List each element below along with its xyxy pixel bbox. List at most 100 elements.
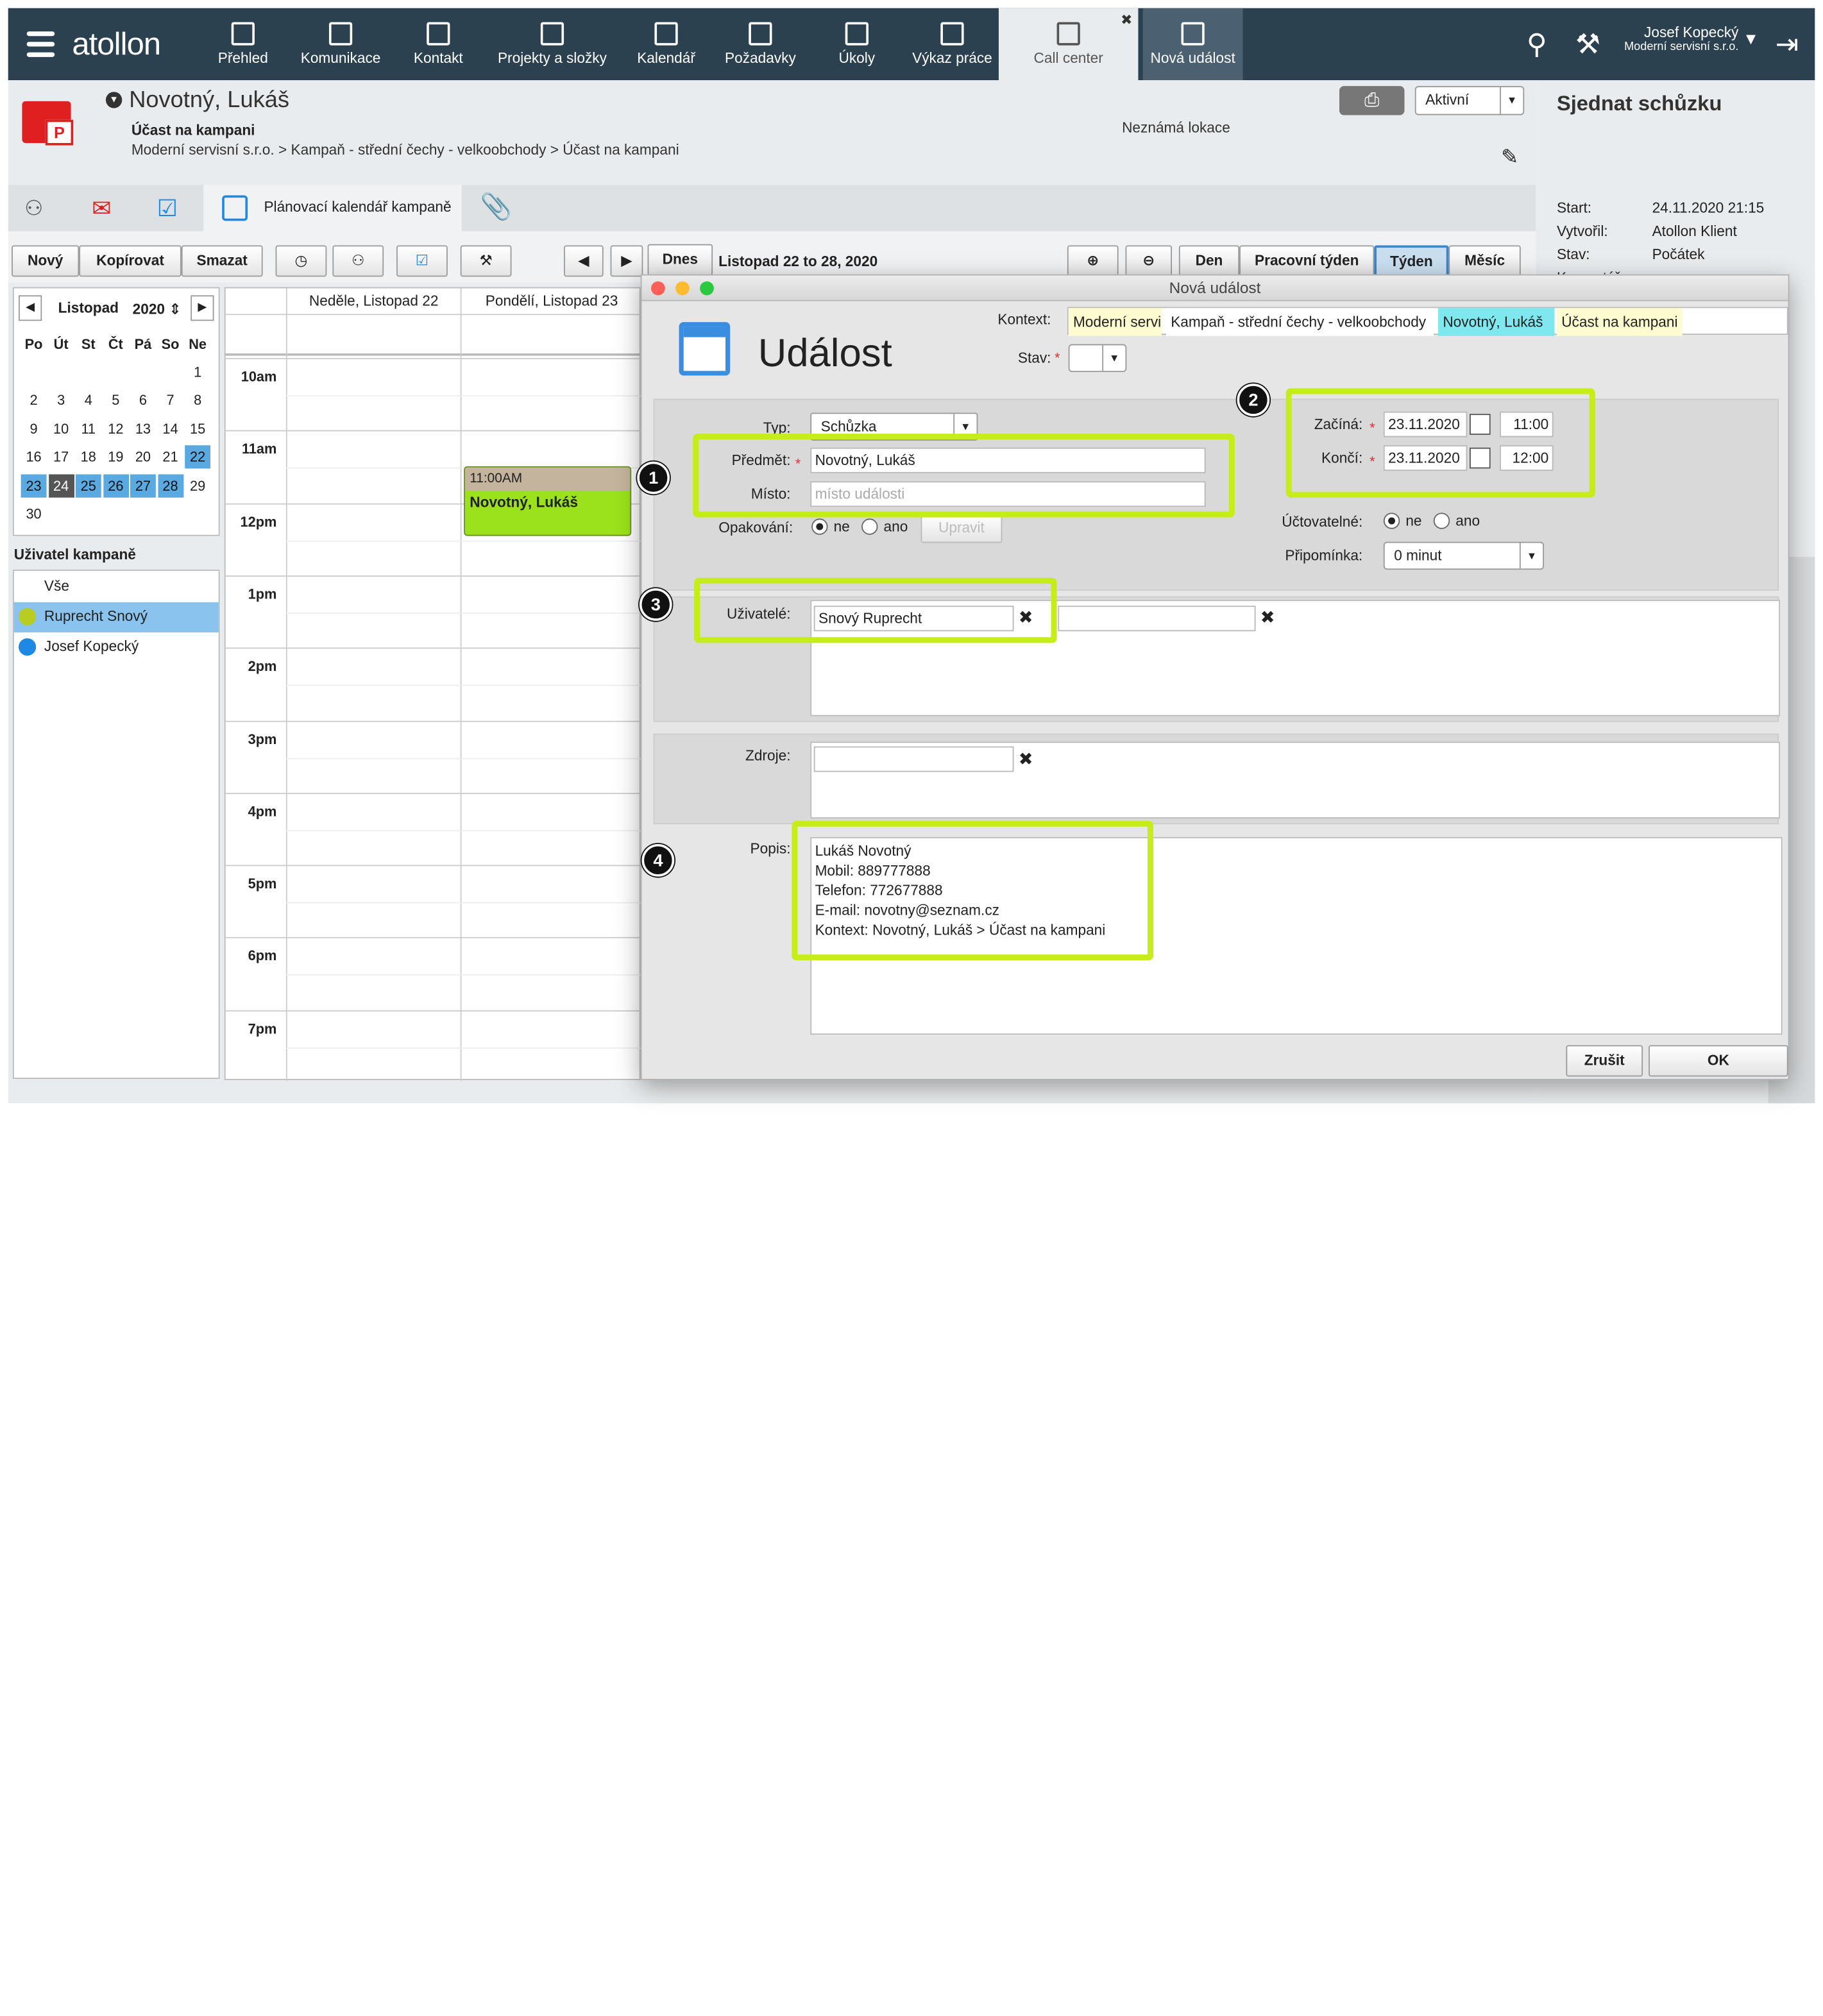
event-block[interactable]: 11:00AM Novotný, Lukáš: [464, 466, 632, 536]
close-window-icon[interactable]: [651, 281, 665, 296]
remove-icon[interactable]: ✖: [1019, 749, 1033, 770]
day-button[interactable]: Den: [1178, 245, 1240, 277]
menu-icon[interactable]: [26, 31, 55, 57]
opak-ne-radio[interactable]: [811, 518, 828, 535]
clock-icon[interactable]: ◷: [275, 245, 327, 277]
tools-icon[interactable]: ⚒: [460, 245, 512, 277]
resource-input[interactable]: [813, 746, 1014, 772]
day-cell[interactable]: 8: [185, 389, 210, 412]
attachment-icon[interactable]: 📎: [480, 192, 513, 222]
remove-icon[interactable]: ✖: [1260, 607, 1275, 628]
edit-icon[interactable]: ✎: [1501, 146, 1518, 170]
user-menu[interactable]: Josef Kopecký Moderní servisní s.r.o.: [1624, 24, 1738, 53]
day-cell[interactable]: 13: [130, 417, 156, 440]
hour-row[interactable]: 7pm: [225, 1010, 642, 1081]
day-cell[interactable]: 4: [76, 389, 101, 412]
day-cell[interactable]: 16: [21, 446, 47, 469]
list-item[interactable]: Ruprecht Snový: [13, 602, 219, 632]
day-cell[interactable]: 12: [103, 417, 128, 440]
hour-row[interactable]: 2pm: [225, 647, 642, 720]
cancel-button[interactable]: Zrušit: [1566, 1045, 1643, 1077]
day-cell[interactable]: 6: [130, 389, 156, 412]
hour-row[interactable]: 5pm: [225, 865, 642, 937]
nav-vykaz[interactable]: Výkaz práce: [906, 8, 999, 80]
day-cell[interactable]: 15: [185, 417, 210, 440]
day-cell[interactable]: 2: [21, 389, 47, 412]
kontext-item[interactable]: Kampaň - střední čechy - velkoobchody: [1166, 308, 1434, 336]
chevron-down-icon[interactable]: ▼: [1743, 29, 1759, 47]
people-icon[interactable]: ⚇: [332, 245, 384, 277]
week-button[interactable]: Týden: [1374, 245, 1449, 277]
day-cell[interactable]: 17: [48, 446, 74, 469]
day-cell[interactable]: 21: [158, 446, 183, 469]
tab-planning[interactable]: Plánovací kalendář kampaně: [203, 185, 462, 232]
hour-row[interactable]: 10am: [225, 358, 642, 430]
day-cell[interactable]: 25: [75, 473, 101, 498]
people-icon[interactable]: ⚇: [24, 196, 43, 221]
copy-button[interactable]: Kopírovat: [79, 245, 182, 277]
day-cell[interactable]: 9: [21, 417, 47, 440]
hour-row[interactable]: 6pm: [225, 937, 642, 1010]
nav-pozadavky[interactable]: Požadavky: [720, 8, 801, 80]
user-input-empty[interactable]: [1058, 606, 1256, 632]
zoom-in-icon[interactable]: ⊕: [1067, 245, 1119, 277]
nav-ukoly[interactable]: Úkoly: [828, 8, 886, 80]
ok-button[interactable]: OK: [1649, 1045, 1788, 1077]
day-cell[interactable]: 26: [103, 473, 129, 498]
hour-row[interactable]: 4pm: [225, 792, 642, 865]
opak-ano-radio[interactable]: [861, 518, 878, 535]
day-cell[interactable]: 27: [130, 473, 156, 498]
hour-row[interactable]: 3pm: [225, 720, 642, 792]
day-cell[interactable]: 1: [185, 360, 210, 384]
day-cell[interactable]: 28: [157, 473, 183, 498]
tools-icon[interactable]: ⚒: [1575, 28, 1600, 62]
search-icon[interactable]: ⚲: [1527, 28, 1547, 62]
delete-button[interactable]: Smazat: [181, 245, 263, 277]
day-cell[interactable]: 24: [48, 473, 74, 498]
new-button[interactable]: Nový: [12, 245, 80, 277]
stav-select[interactable]: ▼: [1068, 344, 1127, 372]
day-cell[interactable]: 3: [48, 389, 74, 412]
print-button[interactable]: ⎙: [1339, 86, 1405, 115]
uct-ano-radio[interactable]: [1433, 512, 1450, 529]
status-select[interactable]: Aktivní ▼: [1414, 86, 1525, 115]
kontext-item[interactable]: Moderní servisní s.r.o.: [1068, 308, 1162, 336]
nav-kontakt[interactable]: Kontakt: [406, 8, 471, 80]
dropdown-icon[interactable]: ▼: [105, 92, 123, 108]
close-icon[interactable]: ✖: [1121, 12, 1132, 28]
nav-projekty[interactable]: Projekty a složky: [492, 8, 613, 80]
day-cell[interactable]: 5: [103, 389, 128, 412]
nav-komunikace[interactable]: Komunikace: [296, 8, 385, 80]
mail-icon[interactable]: ✉: [92, 194, 111, 223]
month-button[interactable]: Měsíc: [1448, 245, 1521, 277]
minimize-icon[interactable]: [675, 281, 690, 296]
day-cell[interactable]: 19: [103, 446, 128, 469]
day-cell[interactable]: 30: [21, 502, 47, 525]
day-cell[interactable]: 10: [48, 417, 74, 440]
uct-ne-radio[interactable]: [1383, 512, 1400, 529]
pripominka-select[interactable]: 0 minut ▼: [1383, 541, 1544, 570]
users-all[interactable]: Vše: [44, 578, 69, 594]
logout-icon[interactable]: ⇥: [1776, 28, 1799, 62]
day-cell[interactable]: 7: [158, 389, 183, 412]
checkbox-icon[interactable]: ☑: [396, 245, 448, 277]
today-button[interactable]: Dnes: [647, 244, 713, 276]
list-item[interactable]: Josef Kopecký: [14, 632, 219, 663]
nav-kalendar[interactable]: Kalendář: [631, 8, 701, 80]
workweek-button[interactable]: Pracovní týden: [1239, 245, 1375, 277]
zoom-out-icon[interactable]: ⊖: [1125, 245, 1172, 277]
hour-row[interactable]: 1pm: [225, 575, 642, 647]
upravit-button[interactable]: Upravit: [920, 514, 1003, 543]
day-cell[interactable]: 23: [21, 473, 47, 498]
day-cell[interactable]: 14: [158, 417, 183, 440]
kontext-item[interactable]: Účast na kampani: [1556, 308, 1683, 336]
zoom-icon[interactable]: [700, 281, 714, 296]
checkbox-icon[interactable]: ☑: [157, 194, 178, 223]
nav-callcenter[interactable]: Call center ✖: [998, 8, 1139, 81]
prev-month-button[interactable]: ◀: [19, 295, 42, 321]
next-button[interactable]: ▶: [610, 245, 643, 277]
kontext-item[interactable]: Novotný, Lukáš: [1438, 308, 1555, 336]
day-cell[interactable]: 22: [185, 445, 211, 469]
nav-nova-udalost[interactable]: Nová událost: [1142, 8, 1243, 81]
year-select[interactable]: 2020 ⇕: [133, 300, 182, 317]
